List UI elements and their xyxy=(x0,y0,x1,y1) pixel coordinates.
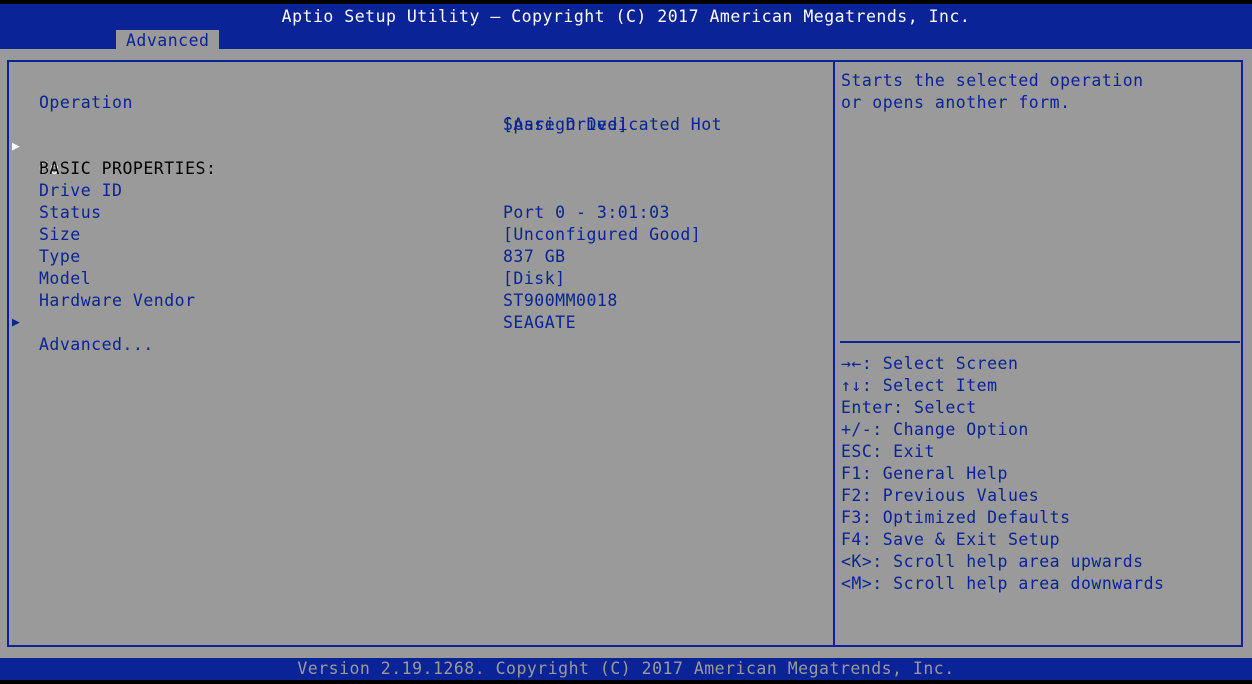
model-value: ST900MM0018 xyxy=(503,291,618,310)
key-f2: F2: Previous Values xyxy=(841,486,1040,505)
menu-row-drive-id: Drive ID Port 0 - 3:01:03 xyxy=(0,158,669,222)
menu-row-operation-cont: Spare Drive] xyxy=(0,92,628,134)
help-divider xyxy=(840,341,1240,343)
key-f1: F1: General Help xyxy=(841,464,1008,483)
tab-advanced[interactable]: Advanced xyxy=(116,30,220,51)
menu-row-type[interactable]: Type [Disk] xyxy=(0,224,565,288)
key-change-option: +/-: Change Option xyxy=(841,420,1029,439)
key-scroll-down: <M>: Scroll help area downwards xyxy=(841,574,1165,593)
key-enter: Enter: Select xyxy=(841,398,977,417)
operation-value-cont: Spare Drive] xyxy=(503,115,629,134)
key-f3: F3: Optimized Defaults xyxy=(841,508,1071,527)
menu-row-heading: BASIC PROPERTIES: xyxy=(0,136,216,178)
bios-screen: Aptio Setup Utility – Copyright (C) 2017… xyxy=(0,0,1252,684)
menu-row-hardware-vendor: Hardware Vendor SEAGATE xyxy=(0,268,576,332)
key-esc: ESC: Exit xyxy=(841,442,935,461)
size-value: 837 GB xyxy=(503,247,566,266)
submenu-arrow-icon: ▶ xyxy=(12,315,21,330)
drive-id-value: Port 0 - 3:01:03 xyxy=(503,203,670,222)
footer-bar: Version 2.19.1268. Copyright (C) 2017 Am… xyxy=(0,658,1252,680)
header-bar: Aptio Setup Utility – Copyright (C) 2017… xyxy=(0,0,1252,51)
key-select-item: ↑↓: Select Item xyxy=(841,376,998,395)
key-scroll-up: <K>: Scroll help area upwards xyxy=(841,552,1144,571)
hardware-vendor-value: SEAGATE xyxy=(503,313,577,332)
main-area: Operation [Assign Dedicated Hot Spare Dr… xyxy=(0,49,1252,658)
menu-row-operation[interactable]: Operation [Assign Dedicated Hot xyxy=(0,70,722,134)
menu-row-advanced[interactable]: ▶ Advanced... xyxy=(0,290,153,354)
panel-divider xyxy=(833,60,835,647)
advanced-label[interactable]: Advanced... xyxy=(39,334,154,356)
menu-row-model: Model ST900MM0018 xyxy=(0,246,617,310)
key-select-screen: →←: Select Screen xyxy=(841,354,1019,373)
basic-properties-heading: BASIC PROPERTIES: xyxy=(39,159,217,178)
help-text-line-2: or opens another form. xyxy=(841,93,1071,112)
menu-row-size: Size 837 GB xyxy=(0,202,565,266)
help-text-line-1: Starts the selected operation xyxy=(841,71,1144,90)
type-value[interactable]: [Disk] xyxy=(503,268,566,290)
menu-row-status[interactable]: Status [Unconfigured Good] xyxy=(0,180,701,244)
status-value[interactable]: [Unconfigured Good] xyxy=(503,224,701,246)
header-title: Aptio Setup Utility – Copyright (C) 2017… xyxy=(281,7,971,26)
menu-row-go[interactable]: ▶ Go xyxy=(0,114,63,178)
key-f4: F4: Save & Exit Setup xyxy=(841,530,1061,549)
